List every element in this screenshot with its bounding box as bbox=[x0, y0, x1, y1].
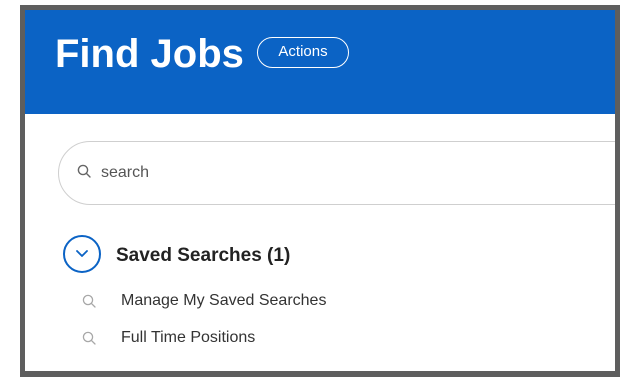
search-icon bbox=[77, 164, 91, 183]
chevron-down-icon bbox=[76, 250, 88, 257]
search-input[interactable] bbox=[101, 162, 521, 184]
search-icon bbox=[82, 294, 96, 313]
search-icon bbox=[82, 331, 96, 350]
saved-searches-toggle-button[interactable] bbox=[63, 235, 101, 273]
page-content: Find Jobs Actions Saved Searches (1) bbox=[25, 10, 615, 371]
saved-searches-heading: Saved Searches (1) bbox=[116, 245, 291, 266]
page-title: Find Jobs bbox=[55, 32, 244, 76]
saved-search-item-label: Full Time Positions bbox=[121, 329, 256, 346]
window-frame: Find Jobs Actions Saved Searches (1) bbox=[20, 5, 620, 377]
saved-search-item-label: Manage My Saved Searches bbox=[121, 292, 327, 309]
page-header: Find Jobs Actions bbox=[25, 10, 615, 114]
search-box[interactable] bbox=[58, 141, 615, 205]
actions-button[interactable]: Actions bbox=[257, 37, 349, 68]
